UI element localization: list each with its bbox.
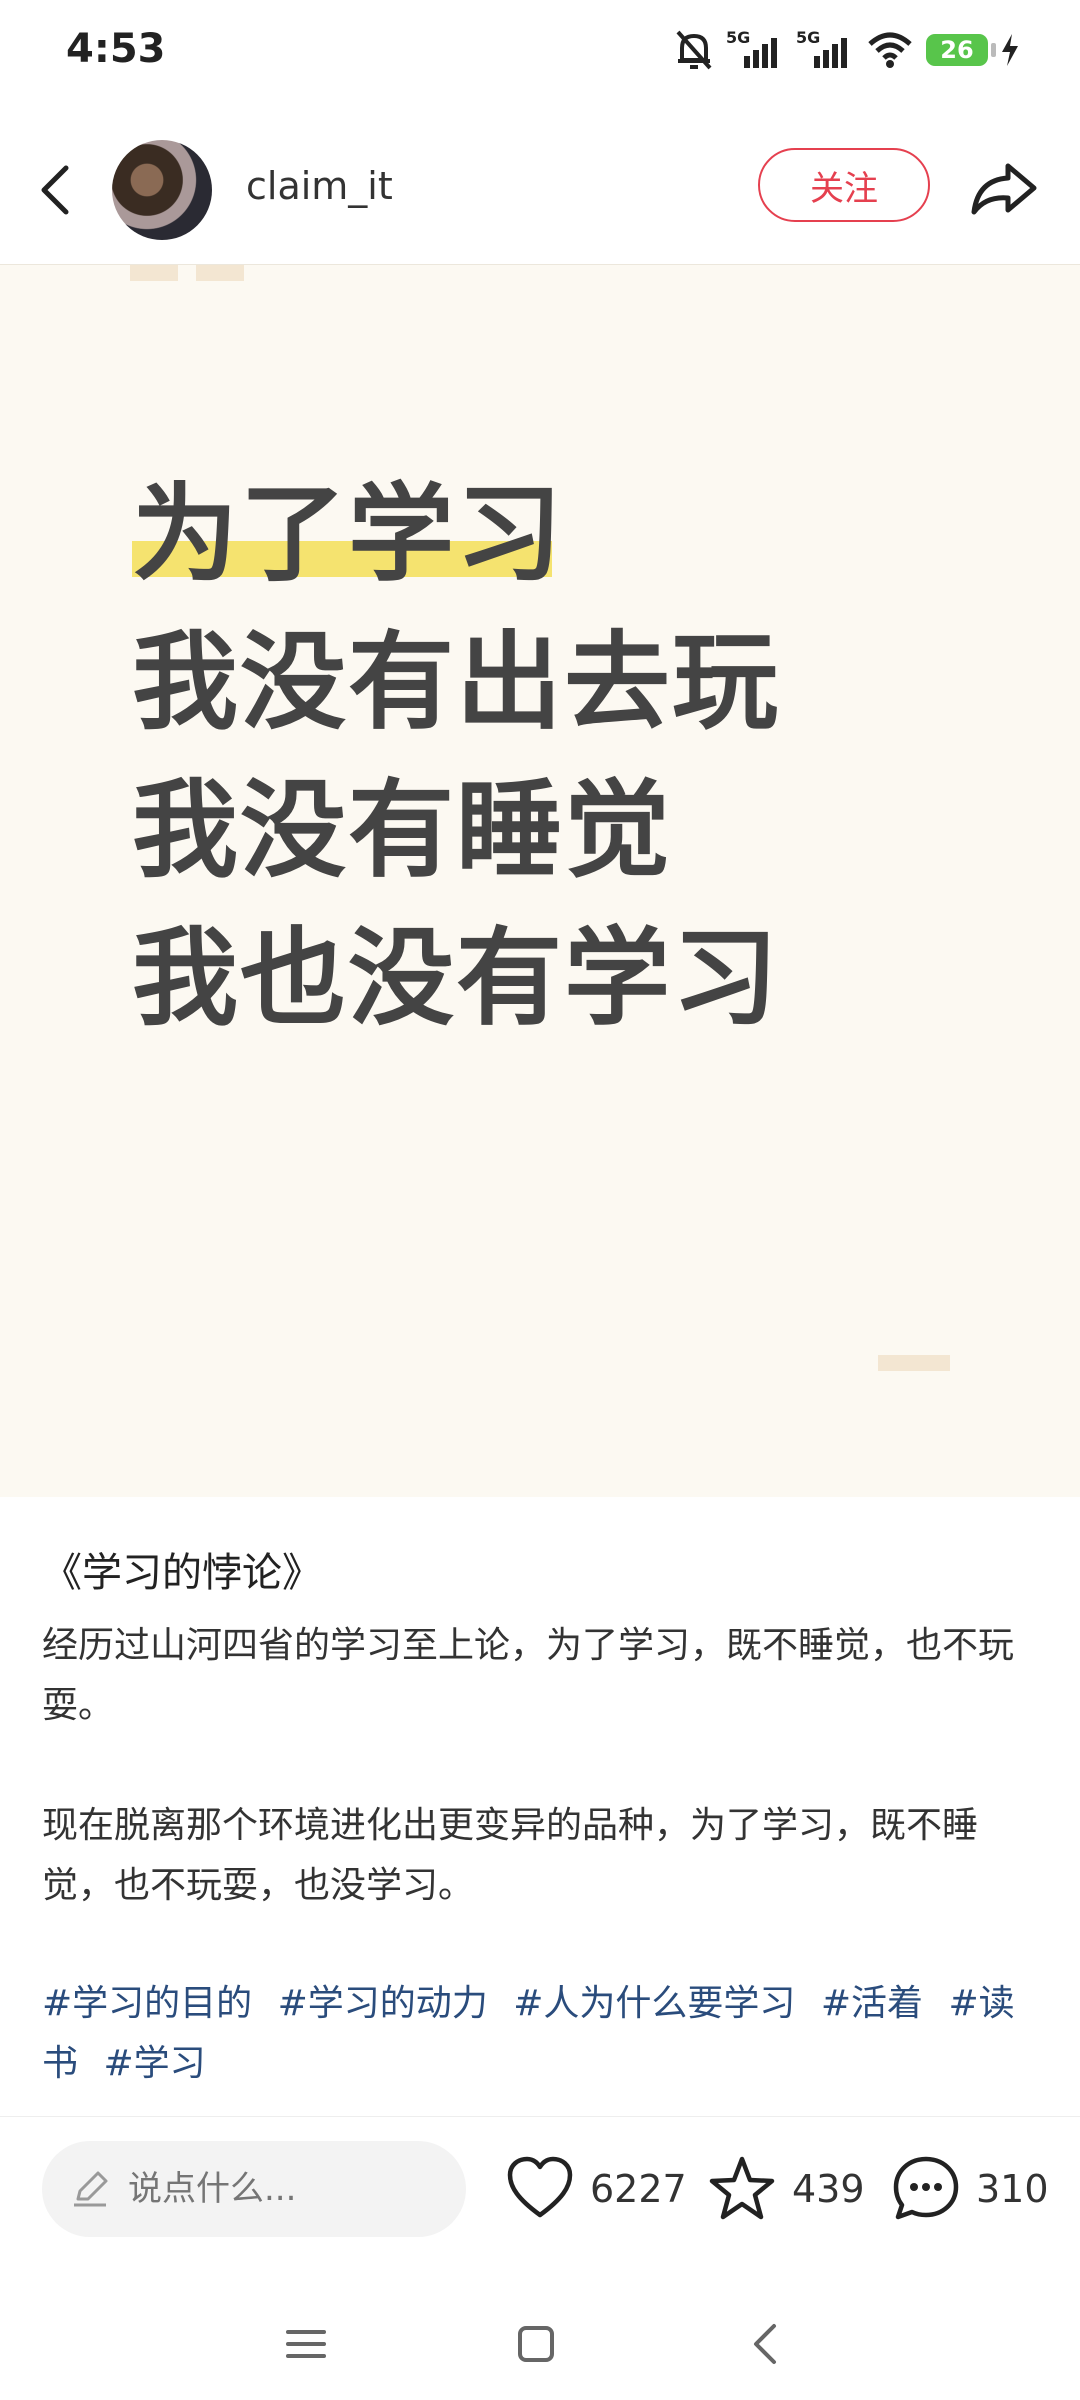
hashtag-link[interactable]: #活着: [821, 1983, 923, 2024]
pencil-icon: [74, 2171, 108, 2207]
author-username[interactable]: claim_it: [246, 164, 393, 208]
signal-icon: 5G: [726, 28, 784, 72]
post-paragraph: 经历过山河四省的学习至上论，为了学习，既不睡觉，也不玩耍。: [42, 1625, 1015, 1726]
follow-button[interactable]: 关注: [758, 148, 930, 222]
status-time: 4:53: [66, 26, 166, 72]
like-count: 6227: [590, 2167, 687, 2211]
hashtag-link[interactable]: #学习的动力: [278, 1983, 488, 2024]
wifi-icon: [868, 32, 912, 68]
post-paragraph: 现在脱离那个环境进化出更变异的品种，为了学习，既不睡觉，也不玩耍，也没学习。: [42, 1805, 979, 1906]
status-icons: 5G 5G 26: [674, 26, 1020, 74]
post-content: 《学习的悖论》 经历过山河四省的学习至上论，为了学习，既不睡觉，也不玩耍。 现在…: [42, 1540, 1042, 2094]
system-nav-bar: [0, 2290, 1080, 2400]
charging-icon: [1002, 34, 1018, 66]
decoration: [196, 265, 244, 281]
comment-count: 310: [976, 2167, 1049, 2211]
like-button[interactable]: 6227: [504, 2149, 687, 2229]
hashtag-link[interactable]: #人为什么要学习: [513, 1983, 795, 2024]
share-icon[interactable]: [964, 150, 1044, 230]
comment-button[interactable]: 310: [890, 2149, 1049, 2229]
signal-icon: 5G: [796, 28, 854, 72]
menu-icon[interactable]: [276, 2314, 336, 2374]
comment-box[interactable]: [42, 2141, 466, 2237]
tag-list: #学习的目的 #学习的动力 #人为什么要学习 #活着 #读书 #学习: [42, 1974, 1042, 2094]
avatar[interactable]: [112, 140, 212, 240]
decoration: [130, 265, 178, 281]
back-icon[interactable]: [736, 2314, 796, 2374]
battery-icon: 26: [926, 34, 996, 66]
chat-bubble-icon: [893, 2156, 959, 2220]
favorite-button[interactable]: 439: [706, 2149, 865, 2229]
post-image[interactable]: 为了学习 我没有出去玩 我没有睡觉 我也没有学习: [0, 264, 1080, 1497]
comment-input[interactable]: [126, 2168, 430, 2210]
quote-line: 我没有睡觉: [132, 769, 672, 892]
back-arrow-icon[interactable]: [30, 158, 80, 222]
post-title: 《学习的悖论》: [42, 1550, 322, 1596]
status-bar: 4:53 5G 5G 26: [0, 0, 1080, 100]
decoration: [878, 1355, 950, 1371]
action-bar: 6227 439 310: [0, 2116, 1080, 2277]
heart-icon: [507, 2156, 573, 2218]
bell-muted-icon: [676, 30, 712, 70]
quote-text: 为了学习 我没有出去玩 我没有睡觉 我也没有学习: [132, 461, 780, 1053]
favorite-count: 439: [792, 2167, 865, 2211]
quote-line: 我没有出去玩: [132, 621, 780, 744]
hashtag-link[interactable]: #学习: [103, 2043, 205, 2084]
battery-level: 26: [940, 36, 974, 64]
quote-line: 为了学习: [132, 473, 564, 596]
home-icon[interactable]: [506, 2314, 566, 2374]
star-icon: [709, 2156, 775, 2220]
hashtag-link[interactable]: #学习的目的: [42, 1983, 252, 2024]
post-header: claim_it 关注: [0, 120, 1080, 260]
quote-line: 我也没有学习: [132, 917, 780, 1040]
